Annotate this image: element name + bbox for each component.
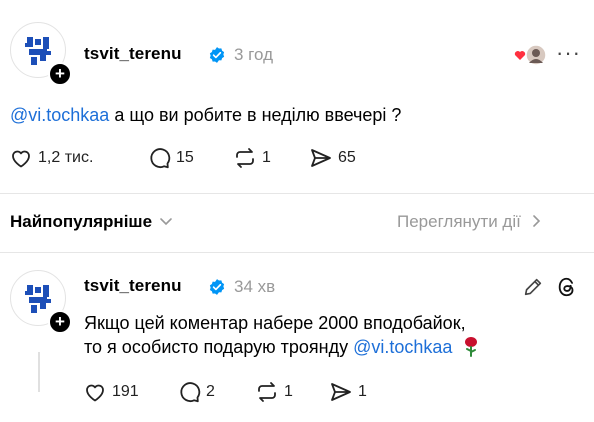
- reply-comment-count: 2: [206, 383, 215, 400]
- share-icon: [311, 149, 331, 167]
- reply-line-1: Якщо цей коментар набере 2000 вподобайок…: [84, 313, 466, 333]
- like-button[interactable]: 1,2 тис.: [8, 146, 93, 170]
- post-text: @vi.tochkaa а що ви робите в неділю ввеч…: [10, 103, 401, 127]
- view-activity-label: Переглянути дії: [397, 212, 521, 231]
- brand-logo-icon: [25, 285, 51, 313]
- follow-plus-button[interactable]: +: [48, 62, 72, 86]
- thread-line: [38, 352, 40, 392]
- sort-dropdown[interactable]: Найпопулярніше: [10, 212, 173, 232]
- post-body: а що ви робите в неділю ввечері ?: [109, 105, 402, 125]
- reply-mention[interactable]: @vi.tochkaa: [353, 337, 452, 357]
- divider: [0, 252, 594, 253]
- share-count: 65: [338, 149, 356, 166]
- reply-share-count: 1: [358, 383, 367, 400]
- comment-icon: [180, 382, 201, 403]
- verified-badge-icon: [209, 47, 225, 63]
- reply-username[interactable]: tsvit_terenu: [84, 276, 182, 296]
- reply-comment-button[interactable]: 2: [176, 380, 215, 404]
- view-activity-link[interactable]: Переглянути дії: [397, 212, 542, 232]
- reply-line-2: то я особисто подарую троянду @vi.tochka…: [84, 335, 584, 359]
- sort-label: Найпопулярніше: [10, 212, 153, 231]
- reply-like-count: 191: [112, 383, 139, 400]
- reply-share-button[interactable]: 1: [328, 380, 367, 404]
- threads-logo-icon[interactable]: [556, 276, 578, 298]
- comment-icon: [150, 148, 171, 169]
- post-username[interactable]: tsvit_terenu: [84, 44, 182, 64]
- chevron-down-icon: [159, 218, 172, 226]
- brand-logo-icon: [25, 37, 51, 65]
- reply-text: Якщо цей коментар набере 2000 вподобайок…: [84, 311, 584, 359]
- reply-repost-count: 1: [284, 383, 293, 400]
- reply-line-2-text: то я особисто подарую троянду: [84, 337, 354, 357]
- reply-time: 34 хв: [234, 277, 276, 296]
- repost-icon: [258, 382, 276, 402]
- rose-emoji-icon: [461, 337, 481, 357]
- reply-like-button[interactable]: 191: [82, 380, 139, 404]
- share-button[interactable]: 65: [308, 146, 356, 170]
- liked-by-avatars[interactable]: [512, 44, 548, 66]
- comment-button[interactable]: 15: [146, 146, 194, 170]
- like-count: 1,2 тис.: [38, 149, 94, 166]
- chevron-right-icon: [532, 215, 540, 227]
- heart-icon: [86, 384, 104, 402]
- repost-button[interactable]: 1: [232, 146, 271, 170]
- post-mention[interactable]: @vi.tochkaa: [10, 105, 109, 125]
- post-time: 3 год: [234, 45, 274, 64]
- reply-repost-button[interactable]: 1: [254, 380, 293, 404]
- divider: [0, 193, 594, 194]
- repost-count: 1: [262, 149, 271, 166]
- repost-icon: [236, 148, 254, 168]
- liked-avatar-icon: [514, 44, 547, 66]
- follow-plus-button[interactable]: +: [48, 310, 72, 334]
- pencil-icon[interactable]: [522, 276, 544, 298]
- comment-count: 15: [176, 149, 194, 166]
- verified-badge-icon: [209, 279, 225, 295]
- more-icon[interactable]: ···: [556, 42, 581, 64]
- heart-icon: [12, 150, 30, 168]
- share-icon: [331, 383, 351, 401]
